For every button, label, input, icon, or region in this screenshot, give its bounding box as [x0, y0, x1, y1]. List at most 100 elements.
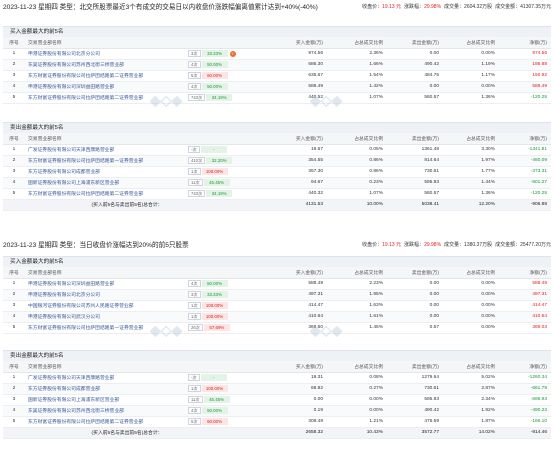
- column-header: 卖出金额(万): [387, 361, 443, 373]
- stat-item: 收盘价：19.13 元: [362, 242, 402, 248]
- block2-sell-section: 卖出金额最大的前5名 序号 交易营业部名称 买入金额(万) 占总成交比例 卖出金额(万)…: [3, 350, 551, 439]
- table-row[interactable]: 4 国新证券股份有限公司上海浦东新区营业部 11次 45.45% 94.67 0.23% 5…: [3, 177, 551, 189]
- table-row[interactable]: 3 东方证券股份有限公司成都营业部 1次 100.00% 357.30 0.86% 730.…: [3, 166, 551, 178]
- table-row[interactable]: 3 东方财富证券股份有限公司拉萨团结路第二证券营业部 5次 60.00% 635.67 1…: [3, 70, 551, 82]
- column-header: 买入金额(万): [251, 37, 327, 49]
- summary-sell: 5038.41: [387, 199, 443, 211]
- info-icon[interactable]: ?: [229, 50, 236, 57]
- column-header: 交易营业部名称: [25, 133, 185, 145]
- column-header: [185, 361, 251, 373]
- win-rate-badge: 33.33%: [201, 50, 228, 57]
- trade-count-badge: 11次: [188, 179, 203, 186]
- net-amount: -166.10: [499, 416, 551, 428]
- broker-name-link[interactable]: 中国银河证券股份有限公司苏州人民路证券营业部: [25, 300, 185, 312]
- buy-ratio: 0.86%: [327, 166, 387, 178]
- sell-ratio: 3.30%: [443, 144, 499, 156]
- net-amount: 588.49: [499, 81, 551, 93]
- table-row[interactable]: 1 广发证券股份有限公司天津西康路营业部 -次 -19.67 0.05% 1361.48 3…: [3, 144, 551, 156]
- broker-name-link[interactable]: 东吴证券股份有限公司苏州西北街三桥营业部: [25, 59, 185, 71]
- table-row[interactable]: 2 东方财富证券股份有限公司拉萨团结路第一证券营业部 410次 32.20% 354.5…: [3, 155, 551, 167]
- broker-stats: 743次 34.19%: [185, 92, 251, 104]
- buy-ratio: 1.61%: [327, 311, 387, 323]
- table-row[interactable]: 2 申港证券股份有限公司北京分公司 3次 33.33% 497.31 1.95% 0.00 0…: [3, 289, 551, 301]
- table-row[interactable]: 4 申港证券股份有限公司深圳益田路营业部 4次 50.00% 588.49 1.42% 0.…: [3, 81, 551, 93]
- column-header: 占总成交比例: [327, 133, 387, 145]
- sell-amount: 1279.64: [387, 372, 443, 384]
- block1-sell-table: 序号 交易营业部名称 买入金额(万) 占总成交比例 卖出金额(万) 占总成交比例 净额(万)…: [3, 133, 551, 211]
- broker-name-link[interactable]: 东方财富证券股份有限公司拉萨团结路第一证券营业部: [25, 322, 185, 334]
- broker-stats: 26次 57.69%: [185, 322, 251, 334]
- broker-name-link[interactable]: 东方财富证券股份有限公司拉萨团结路第二证券营业部: [25, 188, 185, 200]
- broker-name-link[interactable]: 东吴证券股份有限公司苏州西北街三桥营业部: [25, 405, 185, 417]
- column-header: 占总成交比例: [327, 37, 387, 49]
- broker-name-link[interactable]: 广发证券股份有限公司天津西康路营业部: [25, 372, 185, 384]
- trade-count-badge: 26次: [188, 324, 203, 331]
- stat-value: 29.98%: [424, 242, 442, 248]
- summary-buy: 2658.32: [251, 427, 327, 439]
- trade-count-badge: 1次: [188, 313, 201, 320]
- stat-item: 成交量：2604.32万股: [444, 4, 493, 10]
- buy-amount: 369.60: [251, 322, 327, 334]
- trade-count-badge: 5次: [188, 418, 201, 425]
- buy-ratio: 1.66%: [327, 59, 387, 71]
- net-amount: -460.09: [499, 155, 551, 167]
- broker-name-link[interactable]: 东方财富证券股份有限公司拉萨团结路第二证券营业部: [25, 70, 185, 82]
- table-row[interactable]: 1 广发证券股份有限公司天津西康路营业部 -次 -19.31 0.08% 1279.64 5…: [3, 372, 551, 384]
- table-row[interactable]: 2 东吴证券股份有限公司苏州西北街三桥营业部 4次 50.00% 686.30 1.66%…: [3, 59, 551, 71]
- column-header: 占总成交比例: [327, 361, 387, 373]
- broker-stats: 1次 100.00%: [185, 166, 251, 178]
- row-number: 1: [3, 278, 25, 290]
- table-row[interactable]: 5 东方财富证券股份有限公司拉萨团结路第二证券营业部 743次 34.19% 440.3…: [3, 188, 551, 200]
- broker-stats: 4次 50.00%: [185, 405, 251, 417]
- broker-name-link[interactable]: 申港证券股份有限公司北京分公司: [25, 289, 185, 301]
- broker-name-link[interactable]: 东方财富证券股份有限公司拉萨团结路第二证券营业部: [25, 416, 185, 428]
- trade-count-badge: 1次: [188, 302, 201, 309]
- stat-value: 41307.35万元: [520, 4, 551, 10]
- buy-ratio: 0.23%: [327, 177, 387, 189]
- buy-ratio: 0.00%: [327, 405, 387, 417]
- broker-name-link[interactable]: 申港证券股份有限公司深圳益田路营业部: [25, 278, 185, 290]
- column-header: 占总成交比例: [443, 361, 499, 373]
- broker-name-link[interactable]: 东方证券股份有限公司成都营业部: [25, 166, 185, 178]
- sell-amount: 0.00: [387, 48, 443, 60]
- win-rate-badge: 34.19%: [206, 190, 233, 197]
- table-row[interactable]: 3 中国银河证券股份有限公司苏州人民路证券营业部 1次 100.00% 414.47 1.…: [3, 300, 551, 312]
- buy-amount: 588.49: [251, 81, 327, 93]
- net-amount: -661.79: [499, 383, 551, 395]
- buy-amount: 414.47: [251, 300, 327, 312]
- sell-amount: 730.61: [387, 383, 443, 395]
- summary-buy-ratio: 10.00%: [327, 199, 387, 211]
- table-row[interactable]: 5 东方财富证券股份有限公司拉萨团结路第二证券营业部 5次 60.00% 309.49 1…: [3, 416, 551, 428]
- table-row[interactable]: 3 国新证券股份有限公司上海浦东新区营业部 11次 45.45% 0.00 0.00% 59…: [3, 394, 551, 406]
- table-row[interactable]: 4 申港证券股份有限公司武汉分公司 1次 100.00% 410.64 1.61% 0.00…: [3, 311, 551, 323]
- broker-stats: -次 -: [185, 144, 251, 156]
- section-title: 卖出金额最大的前5名: [3, 350, 551, 361]
- sell-ratio: 1.87%: [443, 416, 499, 428]
- table-row[interactable]: 4 东吴证券股份有限公司苏州西北街三桥营业部 4次 50.00% 0.19 0.00% 49…: [3, 405, 551, 417]
- column-header: 卖出金额(万): [387, 267, 443, 279]
- broker-name-link[interactable]: 东方财富证券股份有限公司拉萨团结路第一证券营业部: [25, 155, 185, 167]
- table-row[interactable]: 5 东方财富证券股份有限公司拉萨团结路第二证券营业部 743次 34.19% 440.5…: [3, 92, 551, 104]
- sell-amount: 0.57: [387, 322, 443, 334]
- block2-sell-table: 序号 交易营业部名称 买入金额(万) 占总成交比例 卖出金额(万) 占总成交比例 净额(万)…: [3, 361, 551, 439]
- table-row[interactable]: 1 申港证券股份有限公司北京分公司 3次 33.33%? 974.56 2.36% 0.00…: [3, 48, 551, 60]
- broker-name-link[interactable]: 申港证券股份有限公司深圳益田路营业部: [25, 81, 185, 93]
- column-header: 交易营业部名称: [25, 361, 185, 373]
- broker-name-link[interactable]: 东方证券股份有限公司成都营业部: [25, 383, 185, 395]
- win-rate-badge: 100.00%: [201, 313, 228, 320]
- net-amount: -1260.34: [499, 372, 551, 384]
- net-amount: 414.47: [499, 300, 551, 312]
- buy-ratio: 0.05%: [327, 144, 387, 156]
- table-row[interactable]: 1 申港证券股份有限公司深圳益田路营业部 4次 50.00% 588.49 2.23% 0.…: [3, 278, 551, 290]
- block1-stats: 收盘价：19.13 元涨跌幅：29.98% 成交量：2604.32万股 成交金额：4…: [359, 3, 551, 12]
- broker-name-link[interactable]: 东方财富证券股份有限公司拉萨团结路第二证券营业部: [25, 92, 185, 104]
- broker-name-link[interactable]: 国新证券股份有限公司上海浦东新区营业部: [25, 394, 185, 406]
- table-row[interactable]: 2 东方证券股份有限公司成都营业部 1次 100.00% 68.82 0.27% 730.6…: [3, 383, 551, 395]
- sell-ratio: 0.00%: [443, 311, 499, 323]
- table-row[interactable]: 5 东方财富证券股份有限公司拉萨团结路第一证券营业部 26次 57.69% 369.60…: [3, 322, 551, 334]
- broker-name-link[interactable]: 广发证券股份有限公司天津西康路营业部: [25, 144, 185, 156]
- sell-ratio: 0.00%: [443, 48, 499, 60]
- broker-name-link[interactable]: 申港证券股份有限公司北京分公司: [25, 48, 185, 60]
- broker-name-link[interactable]: 申港证券股份有限公司武汉分公司: [25, 311, 185, 323]
- broker-name-link[interactable]: 国新证券股份有限公司上海浦东新区营业部: [25, 177, 185, 189]
